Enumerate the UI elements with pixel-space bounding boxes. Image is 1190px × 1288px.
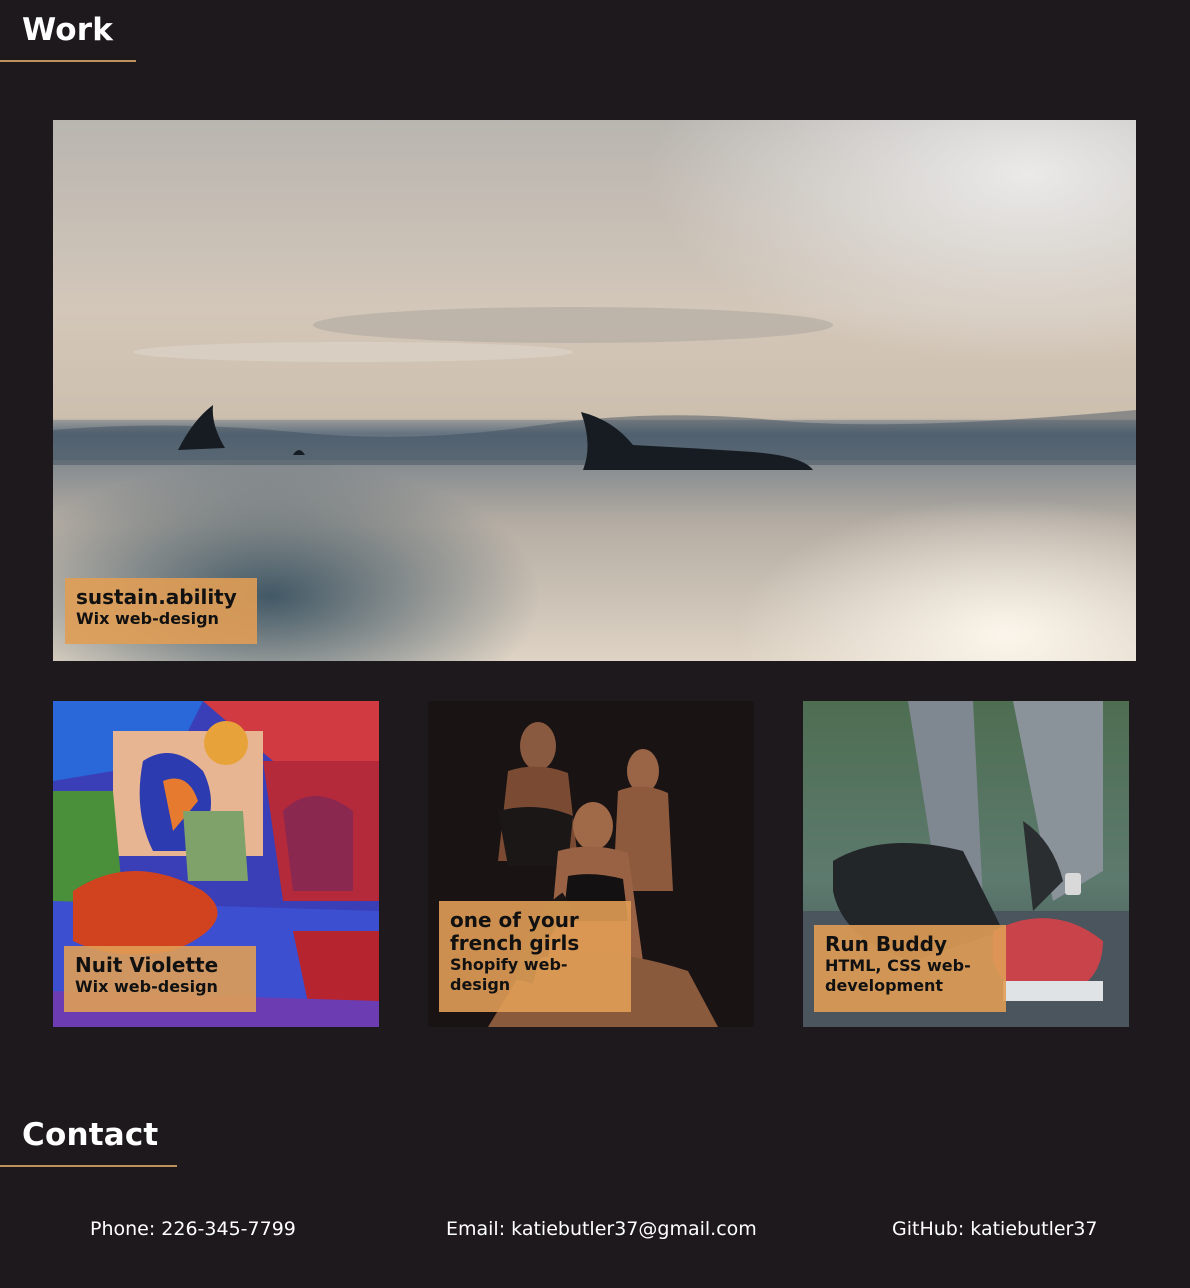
project-subtitle: Wix web-design: [75, 977, 218, 996]
project-title: Nuit Violette: [75, 953, 219, 977]
project-card-sustain-ability[interactable]: sustain.ability Wix web-design: [53, 120, 1136, 661]
project-caption: Run Buddy HTML, CSS web-development: [814, 925, 1006, 1012]
project-caption: sustain.ability Wix web-design: [65, 578, 257, 644]
project-title: one of your french girls: [450, 908, 580, 955]
project-title: Run Buddy: [825, 932, 947, 956]
contact-email-link[interactable]: Email: katiebutler37@gmail.com: [446, 1218, 757, 1240]
project-card-french-girls[interactable]: one of your french girls Shopify web-des…: [428, 701, 754, 1027]
project-subtitle: Wix web-design: [76, 609, 219, 628]
project-subtitle: HTML, CSS web-development: [825, 956, 971, 995]
contact-github-link[interactable]: GitHub: katiebutler37: [892, 1218, 1098, 1240]
work-heading: Work: [0, 15, 136, 62]
project-title: sustain.ability: [76, 585, 237, 609]
contact-phone: Phone: 226-345-7799: [90, 1218, 296, 1240]
project-card-run-buddy[interactable]: Run Buddy HTML, CSS web-development: [803, 701, 1129, 1027]
contact-heading: Contact: [0, 1120, 177, 1167]
project-card-nuit-violette[interactable]: Nuit Violette Wix web-design: [53, 701, 379, 1027]
project-caption: one of your french girls Shopify web-des…: [439, 901, 631, 1012]
project-subtitle: Shopify web-design: [450, 955, 568, 994]
project-caption: Nuit Violette Wix web-design: [64, 946, 256, 1012]
